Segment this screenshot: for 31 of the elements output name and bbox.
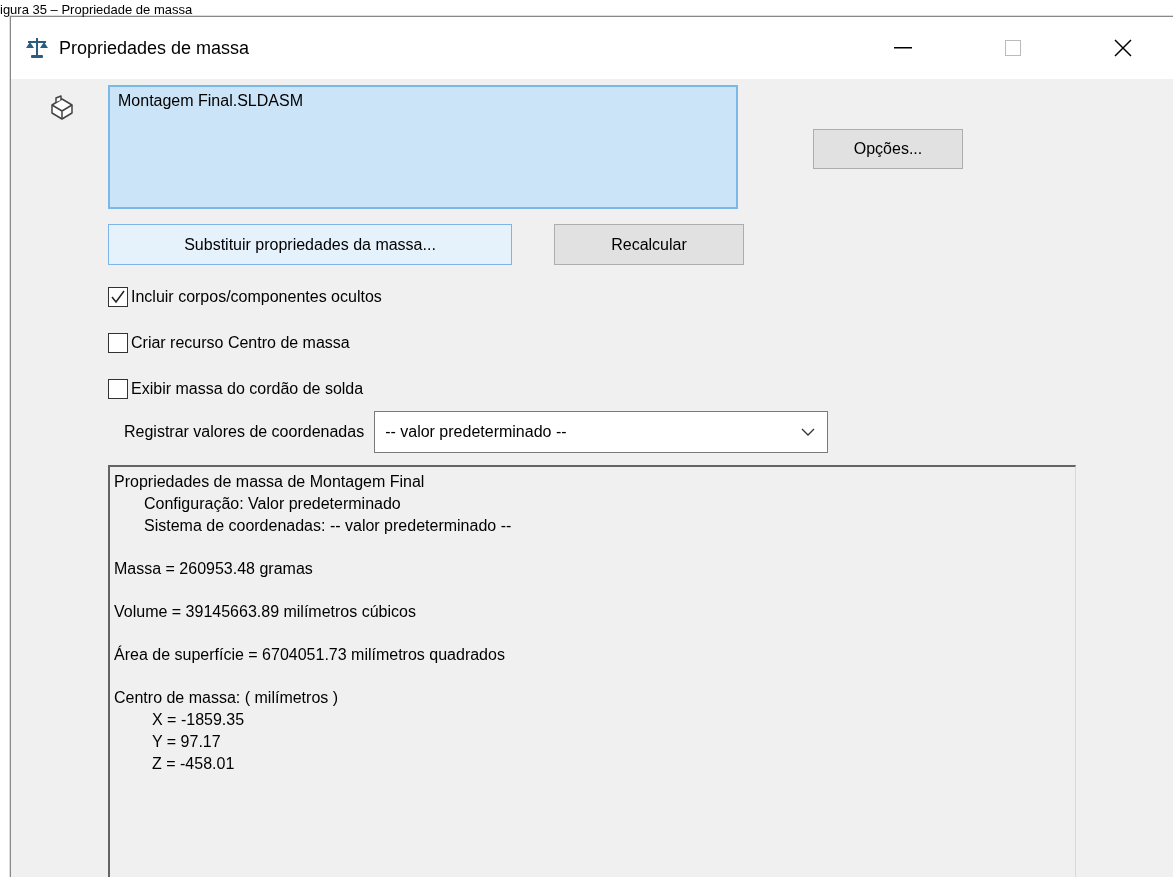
field-label: Registrar valores de coordenadas: [124, 423, 365, 441]
checkbox-label[interactable]: Criar recurso Centro de massa: [131, 334, 350, 352]
result-line: Área de superfície = 6704051.73 milímetros quadrados: [114, 646, 506, 664]
close-icon: [1113, 38, 1133, 58]
selection-list[interactable]: Montagem Final.SLDASM: [108, 85, 738, 209]
result-line: X = -1859.35: [151, 711, 246, 729]
figure-caption: igura 35 – Propriedade de massa: [0, 2, 193, 17]
coordinate-dropdown[interactable]: -- valor predeterminado --: [374, 411, 829, 453]
override-button[interactable]: Substituir propriedades da massa...: [108, 224, 512, 265]
result-line: Sistema de coordenadas: -- valor predeterminado --: [143, 517, 513, 535]
checkbox-label[interactable]: Incluir corpos/componentes ocultos: [131, 288, 382, 306]
result-line: Centro de massa: ( milímetros ): [114, 689, 340, 707]
minimize-icon: [894, 47, 912, 49]
window-title: Propriedades de massa: [59, 37, 251, 59]
options-button[interactable]: Opções...: [813, 129, 963, 169]
checkbox[interactable]: [108, 333, 128, 353]
result-line: Massa = 260953.48 gramas: [114, 560, 314, 578]
checkbox[interactable]: [108, 379, 128, 399]
result-line: Configuração: Valor predeterminado: [143, 495, 402, 513]
part-icon: [49, 95, 75, 121]
chevron-down-icon: [801, 427, 816, 437]
maximize-icon: [1003, 38, 1023, 58]
recalculate-button[interactable]: Recalcular: [554, 224, 744, 265]
checkbox[interactable]: [108, 287, 128, 307]
result-line: Z = -458.01: [151, 755, 236, 773]
result-line: Y = 97.17: [151, 733, 222, 751]
list-item[interactable]: Montagem Final.SLDASM: [118, 92, 728, 110]
checkbox-label[interactable]: Exibir massa do cordão de solda: [131, 380, 364, 398]
result-line: Propriedades de massa de Montagem Final: [114, 473, 426, 491]
balance-scale-icon: [25, 36, 49, 60]
result-line: Volume = 39145663.89 milímetros cúbicos: [114, 603, 417, 621]
